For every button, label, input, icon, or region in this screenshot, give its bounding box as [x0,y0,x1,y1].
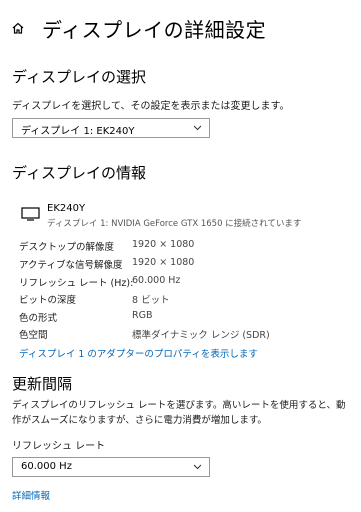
select-display-description: ディスプレイを選択して、その設定を表示または変更します。 [12,101,290,112]
info-label: アクティブな信号解像度 [19,260,123,271]
display-select-dropdown[interactable]: ディスプレイ 1: EK240Y [12,118,210,138]
refresh-rate-dropdown[interactable]: 60.000 Hz [12,457,210,477]
info-value: 1920 × 1080 [132,239,195,250]
chevron-down-icon [193,464,202,470]
info-label: 色空間 [19,330,48,341]
display-select-value: ディスプレイ 1: EK240Y [21,126,135,137]
refresh-rate-label: リフレッシュ レート [12,441,106,452]
monitor-name: EK240Y [47,203,86,214]
info-label: リフレッシュ レート (Hz): [19,278,134,289]
refresh-heading: 更新間隔 [12,375,73,393]
details-link[interactable]: 詳細情報 [12,488,50,502]
info-label: 色の形式 [19,313,58,324]
info-value: 60.000 Hz [132,275,181,286]
monitor-icon [21,207,40,221]
info-value: 標準ダイナミック レンジ (SDR) [132,330,270,341]
refresh-rate-value: 60.000 Hz [21,461,72,472]
display-info-heading: ディスプレイの情報 [12,164,146,182]
home-icon[interactable] [11,21,25,35]
chevron-down-icon [193,125,202,131]
monitor-subtitle: ディスプレイ 1: NVIDIA GeForce GTX 1650 に接続されて… [47,219,302,229]
info-label: デスクトップの解像度 [19,242,115,253]
select-display-heading: ディスプレイの選択 [12,68,146,86]
adapter-properties-link[interactable]: ディスプレイ 1 のアダプターのプロパティを表示します [19,346,258,360]
refresh-description: ディスプレイのリフレッシュ レートを選びます。高いレートを使用すると、動作がスム… [12,400,346,426]
page-title: ディスプレイの詳細設定 [42,18,267,42]
info-value: 1920 × 1080 [132,257,195,268]
info-value: RGB [132,310,153,321]
info-value: 8 ビット [132,295,170,306]
info-label: ビットの深度 [19,295,77,306]
